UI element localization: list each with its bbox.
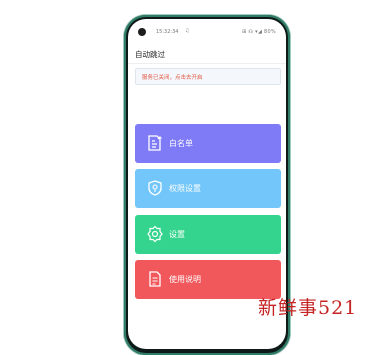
page-title: 自动跳过 [135, 50, 165, 59]
settings-button[interactable]: 设置 [135, 215, 281, 254]
shield-icon [148, 180, 162, 196]
service-notice[interactable]: 服务已关闭，点击去开启 [135, 68, 281, 85]
music-icon: ♫ [185, 28, 190, 34]
watermark: 新鲜事521 [258, 297, 358, 319]
whitelist-icon [148, 135, 162, 151]
permission-settings-button[interactable]: 权限设置 [135, 169, 281, 208]
gear-icon [147, 225, 163, 243]
instructions-label: 使用说明 [169, 275, 201, 284]
status-icons: ⊞ ☊ ▾◢ 80% [242, 29, 276, 35]
permission-settings-label: 权限设置 [169, 184, 201, 193]
status-time: 15:32:34 [156, 29, 179, 35]
settings-label: 设置 [169, 230, 185, 239]
header-divider [128, 63, 286, 64]
status-bar: 15:32:34 ♫ ⊞ ☊ ▾◢ 80% [128, 19, 286, 36]
whitelist-button[interactable]: 白名单 [135, 124, 281, 163]
whitelist-label: 白名单 [169, 139, 193, 148]
front-camera [138, 28, 146, 36]
document-icon [149, 271, 161, 287]
service-notice-text: 服务已关闭，点击去开启 [142, 75, 203, 81]
